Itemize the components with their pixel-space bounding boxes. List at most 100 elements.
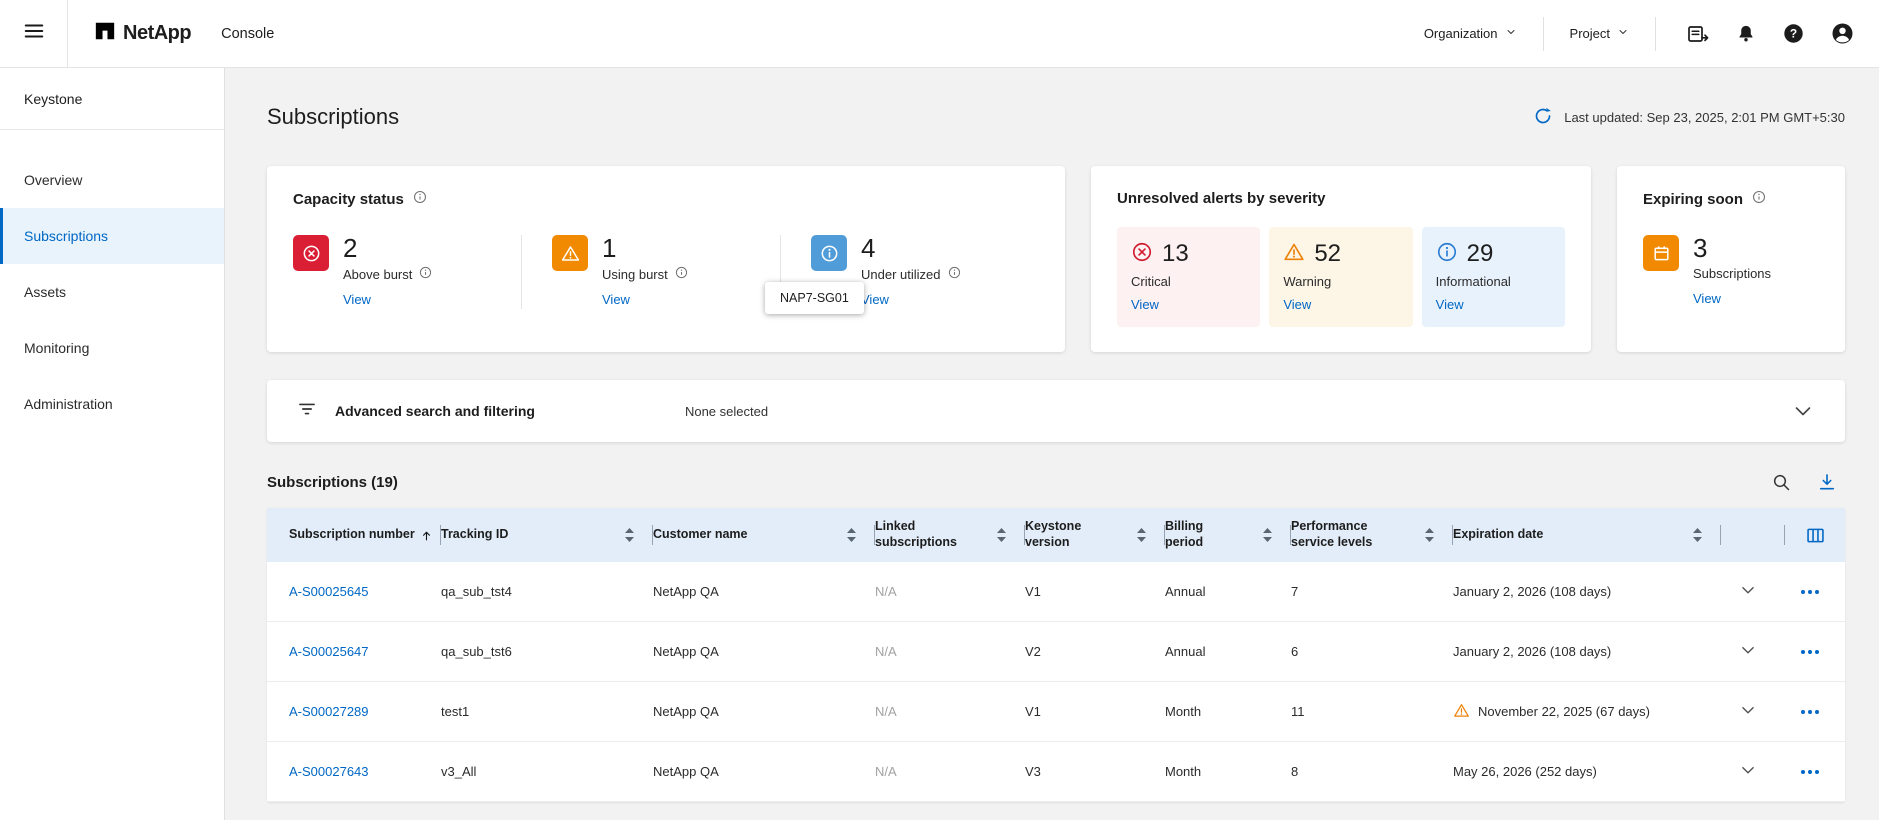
alert-label: Critical bbox=[1131, 274, 1246, 289]
alerts-card: Unresolved alerts by severity 13 Critica… bbox=[1091, 166, 1591, 352]
search-icon[interactable] bbox=[1771, 472, 1791, 492]
row-actions-button[interactable] bbox=[1785, 650, 1845, 654]
column-header-linked-subscriptions[interactable]: Linked subscriptions bbox=[875, 508, 1025, 562]
metric-label: Using burst bbox=[602, 267, 668, 282]
view-link[interactable]: View bbox=[1283, 297, 1311, 312]
bell-icon[interactable] bbox=[1735, 23, 1757, 45]
metric-value: 2 bbox=[343, 235, 432, 261]
download-icon[interactable] bbox=[1817, 472, 1837, 492]
performance-service-levels-cell: 6 bbox=[1291, 644, 1453, 659]
row-expand-button[interactable] bbox=[1721, 699, 1785, 724]
alerts-card-title: Unresolved alerts by severity bbox=[1117, 190, 1565, 207]
ellipsis-icon bbox=[1801, 710, 1819, 714]
row-expand-button[interactable] bbox=[1721, 759, 1785, 784]
last-updated-text: Last updated: Sep 23, 2025, 2:01 PM GMT+… bbox=[1564, 110, 1845, 125]
view-link[interactable]: View bbox=[1436, 297, 1464, 312]
column-header-tracking-id[interactable]: Tracking ID bbox=[441, 508, 653, 562]
row-expand-button[interactable] bbox=[1721, 579, 1785, 604]
metric-value: 3 bbox=[1693, 235, 1771, 261]
sort-icon bbox=[625, 528, 634, 542]
chevron-down-icon[interactable] bbox=[1791, 399, 1815, 423]
filter-bar-status: None selected bbox=[685, 404, 768, 419]
row-actions-button[interactable] bbox=[1785, 770, 1845, 774]
linked-subscriptions-cell: N/A bbox=[875, 704, 1025, 719]
info-circle-icon bbox=[1436, 241, 1458, 268]
column-header-performance-service-levels[interactable]: Performance service levels bbox=[1291, 508, 1453, 562]
table-header: Subscription number Tracking ID Customer… bbox=[267, 508, 1845, 562]
info-icon[interactable] bbox=[419, 266, 432, 282]
account-icon[interactable] bbox=[1830, 21, 1855, 46]
view-link[interactable]: View bbox=[1131, 297, 1159, 312]
info-icon[interactable] bbox=[948, 266, 961, 282]
chevron-down-icon bbox=[1737, 759, 1759, 784]
keystone-version-cell: V2 bbox=[1025, 644, 1165, 659]
subscription-number-link[interactable]: A-S00027289 bbox=[267, 704, 441, 719]
sidebar-item-administration[interactable]: Administration bbox=[0, 376, 224, 432]
console-switcher-icon[interactable] bbox=[1686, 22, 1710, 46]
organization-dropdown[interactable]: Organization bbox=[1398, 26, 1543, 41]
column-header-customer-name[interactable]: Customer name bbox=[653, 508, 875, 562]
expiring-soon-card: Expiring soon 3 Subscriptions bbox=[1617, 166, 1845, 352]
column-header-keystone-version[interactable]: Keystone version bbox=[1025, 508, 1165, 562]
info-circle-icon bbox=[811, 235, 847, 271]
metric-above-burst: 2 Above burst View bbox=[293, 235, 521, 309]
column-header-billing-period[interactable]: Billing period bbox=[1165, 508, 1291, 562]
sort-icon bbox=[1137, 528, 1146, 542]
view-link[interactable]: View bbox=[602, 292, 630, 307]
ellipsis-icon bbox=[1801, 590, 1819, 594]
sidebar-item-label: Overview bbox=[24, 172, 82, 188]
subscriptions-table: Subscription number Tracking ID Customer… bbox=[267, 508, 1845, 802]
organization-label: Organization bbox=[1424, 26, 1498, 41]
metric-label: Under utilized bbox=[861, 267, 941, 282]
sidebar-item-monitoring[interactable]: Monitoring bbox=[0, 320, 224, 376]
customer-name-cell: NetApp QA bbox=[653, 764, 875, 779]
performance-service-levels-cell: 11 bbox=[1291, 704, 1453, 719]
subscription-number-link[interactable]: A-S00025645 bbox=[267, 584, 441, 599]
info-icon[interactable] bbox=[1752, 190, 1766, 209]
capacity-status-card: Capacity status 2 Above burst bbox=[267, 166, 1065, 352]
sort-icon bbox=[997, 528, 1006, 542]
view-link[interactable]: View bbox=[1693, 291, 1721, 306]
view-link[interactable]: View bbox=[343, 292, 371, 307]
row-actions-button[interactable] bbox=[1785, 710, 1845, 714]
column-header-expiration-date[interactable]: Expiration date bbox=[1453, 508, 1721, 562]
refresh-icon[interactable] bbox=[1533, 106, 1553, 129]
sidebar-item-assets[interactable]: Assets bbox=[0, 264, 224, 320]
expiration-date-cell: January 2, 2026 (108 days) bbox=[1453, 644, 1721, 659]
column-header-subscription-number[interactable]: Subscription number bbox=[267, 508, 441, 562]
subscription-number-link[interactable]: A-S00025647 bbox=[267, 644, 441, 659]
alert-panel-informational: 29 Informational View bbox=[1422, 227, 1565, 327]
alert-label: Informational bbox=[1436, 274, 1551, 289]
warning-triangle-icon bbox=[552, 235, 588, 271]
summary-cards: Capacity status 2 Above burst bbox=[267, 166, 1845, 352]
keystone-version-cell: V1 bbox=[1025, 704, 1165, 719]
info-icon[interactable] bbox=[413, 190, 427, 209]
topbar-right: Organization Project ? bbox=[1398, 17, 1879, 51]
filter-bar-title: Advanced search and filtering bbox=[335, 403, 535, 419]
filter-icon bbox=[297, 399, 317, 424]
column-settings-icon[interactable] bbox=[1785, 508, 1845, 562]
row-actions-button[interactable] bbox=[1785, 590, 1845, 594]
expiring-card-title: Expiring soon bbox=[1643, 191, 1743, 208]
keystone-version-cell: V1 bbox=[1025, 584, 1165, 599]
subscription-number-link[interactable]: A-S00027643 bbox=[267, 764, 441, 779]
sidebar-nav: Overview Subscriptions Assets Monitoring… bbox=[0, 130, 224, 432]
project-dropdown[interactable]: Project bbox=[1544, 26, 1655, 41]
tracking-id-cell: qa_sub_tst4 bbox=[441, 584, 653, 599]
expiration-date-cell: January 2, 2026 (108 days) bbox=[1453, 584, 1721, 599]
help-icon[interactable]: ? bbox=[1782, 22, 1805, 45]
tracking-id-cell: qa_sub_tst6 bbox=[441, 644, 653, 659]
billing-period-cell: Annual bbox=[1165, 644, 1291, 659]
hamburger-button[interactable] bbox=[0, 0, 68, 68]
row-expand-button[interactable] bbox=[1721, 639, 1785, 664]
sidebar-item-label: Monitoring bbox=[24, 340, 89, 356]
app-name: Console bbox=[221, 26, 274, 42]
customer-name-cell: NetApp QA bbox=[653, 584, 875, 599]
sidebar-item-overview[interactable]: Overview bbox=[0, 152, 224, 208]
sidebar-item-subscriptions[interactable]: Subscriptions bbox=[0, 208, 224, 264]
calendar-icon bbox=[1643, 235, 1679, 271]
info-icon[interactable] bbox=[675, 266, 688, 282]
table-row: A-S00027643 v3_All NetApp QA N/A V3 Mont… bbox=[267, 742, 1845, 802]
linked-subscriptions-cell: N/A bbox=[875, 584, 1025, 599]
view-link[interactable]: View bbox=[861, 292, 889, 307]
